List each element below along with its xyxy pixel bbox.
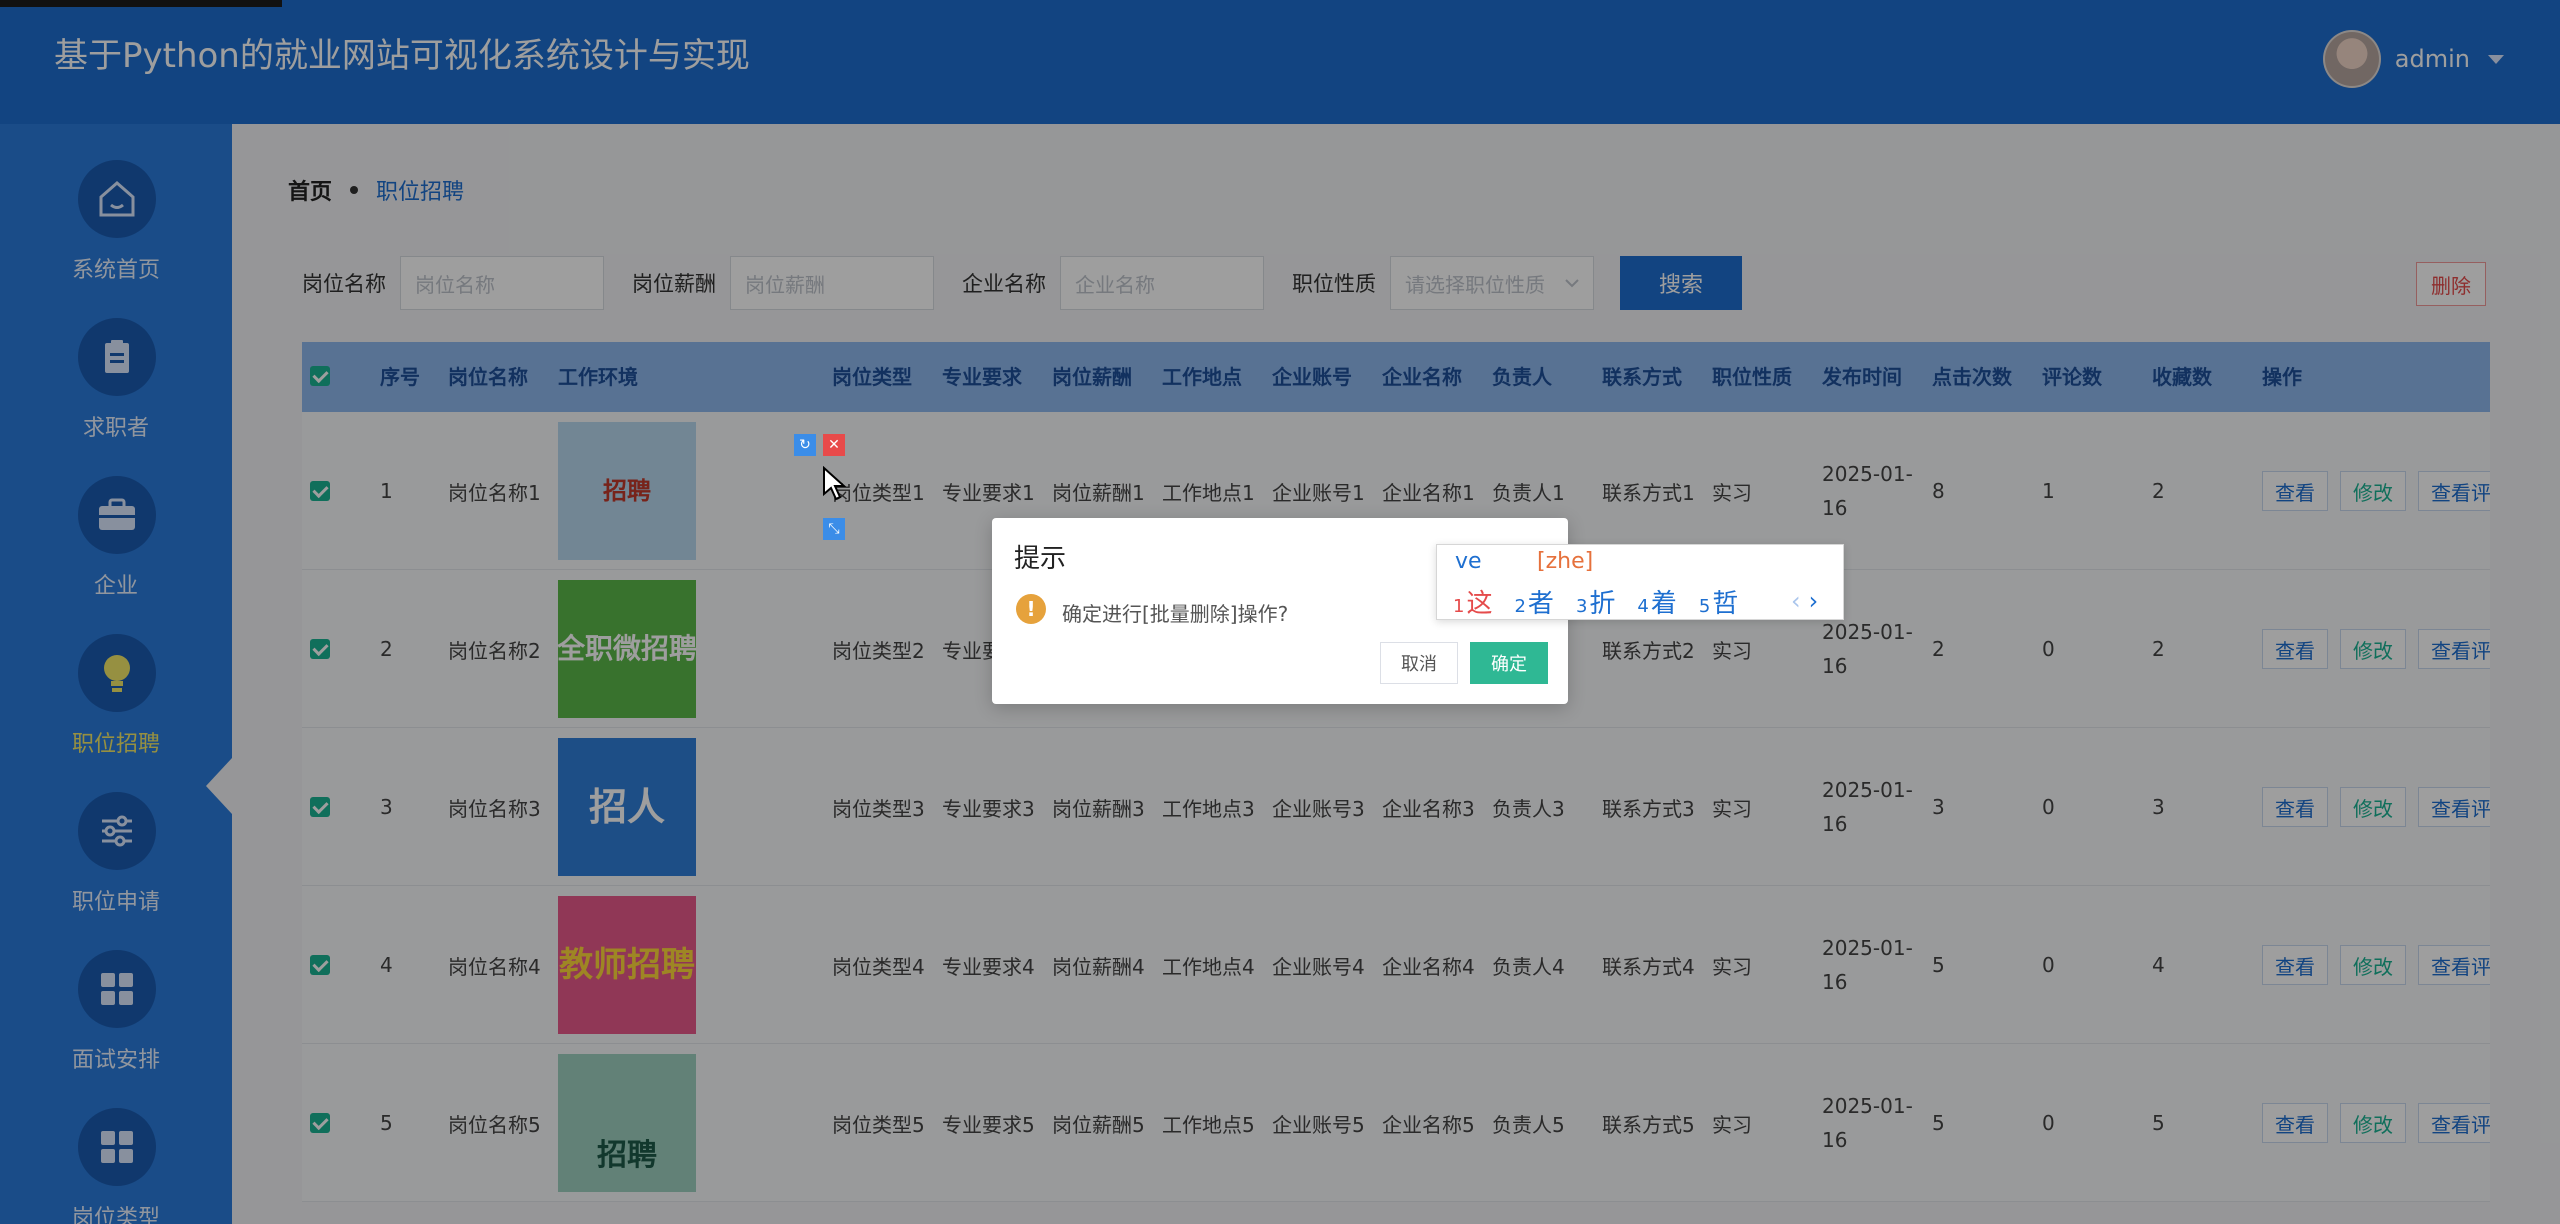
mouse-cursor-icon [823,466,846,501]
cancel-button[interactable]: 取消 [1380,642,1458,684]
ime-candidate-window: ve [zhe] 1这 2者 3折 4着 5哲 ‹ › [1436,544,1844,620]
ime-candidate[interactable]: 5哲 [1699,583,1738,620]
ime-candidate[interactable]: 4着 [1637,583,1676,620]
ime-page-arrows[interactable]: ‹ › [1791,587,1818,615]
dialog-title: 提示 [1014,544,1067,574]
ime-candidates: 1这 2者 3折 4着 5哲 [1453,583,1738,620]
rotate-icon[interactable]: ↻ [794,434,816,456]
top-black-bar [0,0,282,7]
ime-next-icon[interactable]: › [1809,587,1819,615]
confirm-button[interactable]: 确定 [1470,642,1548,684]
ime-composition: ve [1455,549,1482,574]
ime-pinyin: [zhe] [1537,549,1594,574]
ime-candidate[interactable]: 3折 [1576,583,1615,620]
warning-icon: ! [1016,594,1046,624]
dialog-message: 确定进行[批量删除]操作? [1062,602,1289,626]
ime-candidate[interactable]: 1这 [1453,583,1492,620]
close-icon[interactable]: ✕ [823,434,845,456]
ime-prev-icon[interactable]: ‹ [1791,587,1801,615]
resize-icon[interactable]: ⤡ [823,518,845,540]
ime-candidate[interactable]: 2者 [1514,583,1553,620]
